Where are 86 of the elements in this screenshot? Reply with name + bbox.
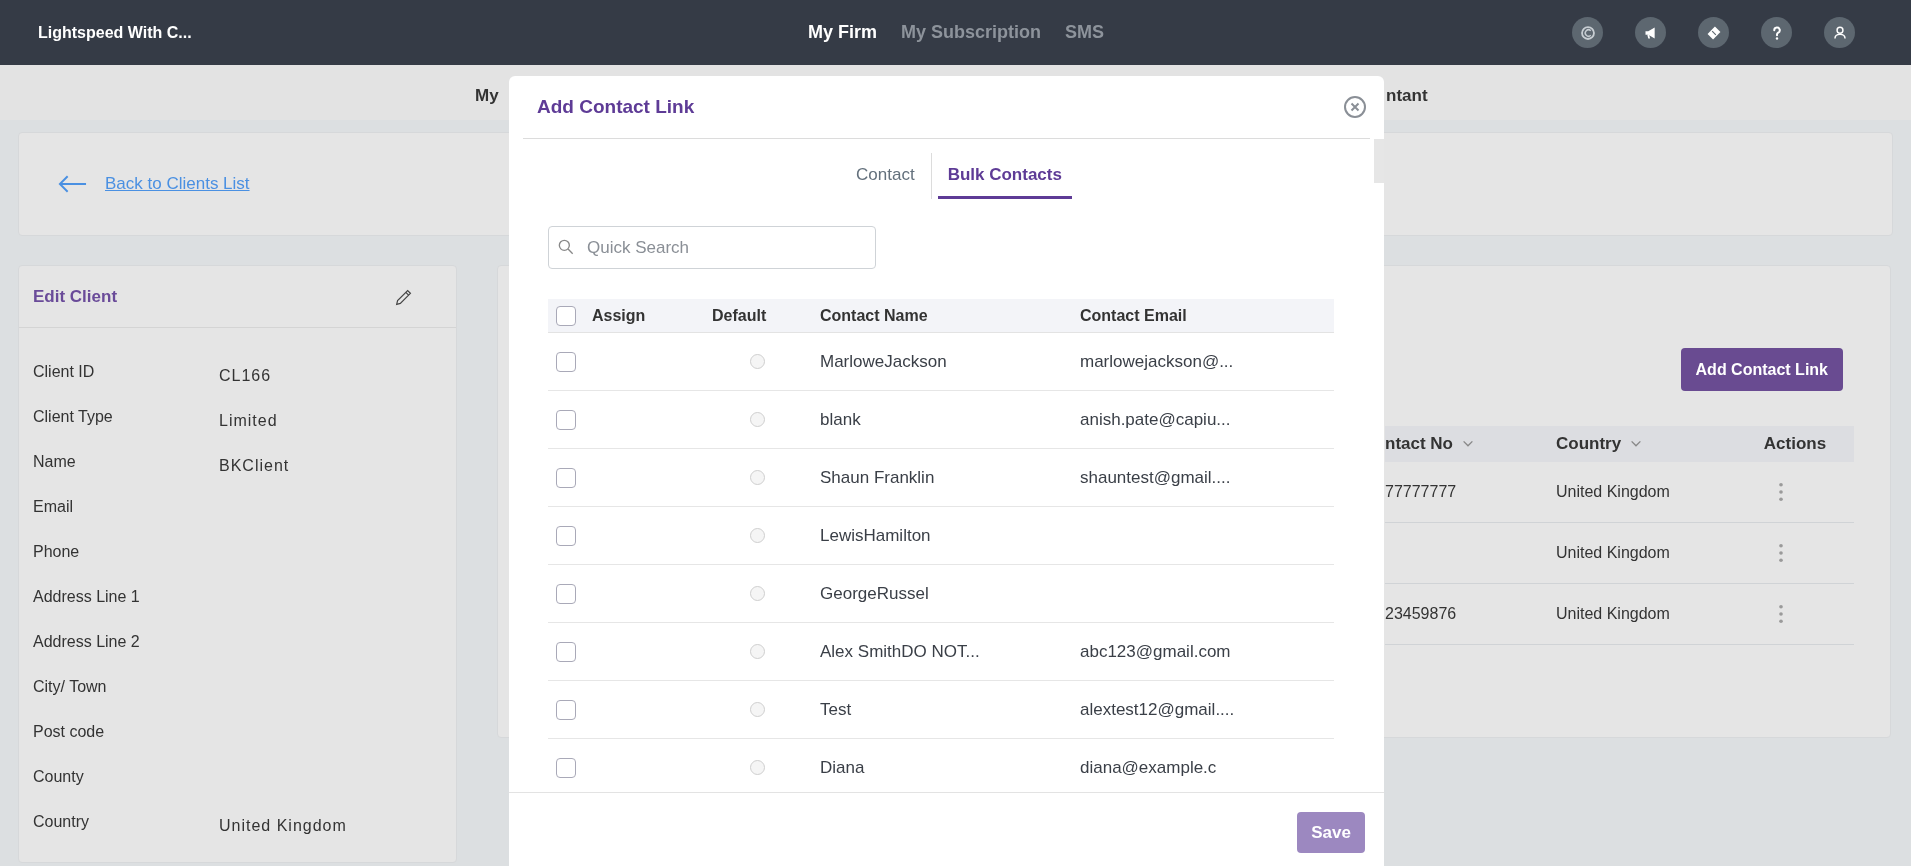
field-value: CL166: [219, 366, 272, 386]
nav-tab[interactable]: SMS: [1065, 19, 1105, 46]
help-button[interactable]: [1761, 17, 1792, 48]
search-field[interactable]: Quick Search: [548, 226, 876, 269]
table-cell: GeorgeRussel: [820, 583, 929, 603]
table-cell: Alex SmithDO NOT...: [820, 641, 980, 661]
more-button[interactable]: [1776, 481, 1786, 503]
close-button[interactable]: [1343, 95, 1367, 119]
field-label: Country: [33, 812, 91, 832]
scrollbar-thumb[interactable]: [1374, 139, 1384, 183]
field-value: Limited: [219, 411, 278, 431]
checkbox[interactable]: [556, 525, 576, 546]
more-button[interactable]: [1776, 603, 1786, 625]
table-cell: abc123@gmail.com: [1080, 641, 1231, 661]
field-label: Name: [33, 452, 77, 472]
card-title: Edit Client: [33, 285, 118, 308]
column-header: Contact Email: [1080, 306, 1187, 324]
radio-button[interactable]: [750, 528, 765, 543]
table-cell: Shaun Franklin: [820, 467, 935, 487]
radio-button[interactable]: [750, 644, 765, 659]
field-label: Email: [33, 497, 74, 517]
field-label: Post code: [33, 722, 106, 742]
tab[interactable]: Contact: [846, 153, 925, 199]
field-label: Phone: [33, 542, 81, 562]
column-header: Country: [1556, 433, 1622, 456]
add-contact-link-button[interactable]: Add Contact Link: [1680, 348, 1843, 391]
radio-button[interactable]: [750, 412, 765, 427]
field-label: Address Line 2: [33, 632, 141, 652]
table-cell: Test: [820, 699, 852, 719]
field-label: Client ID: [33, 362, 96, 382]
nav-tab[interactable]: My Firm: [808, 19, 877, 46]
kebab-icon: [1779, 604, 1783, 624]
table-cell: marlowejackson@...: [1080, 351, 1234, 371]
table-cell: shauntest@gmail....: [1080, 467, 1231, 487]
column-header: Default: [712, 306, 767, 324]
column-header: Actions: [1763, 433, 1827, 456]
checkbox[interactable]: [556, 641, 576, 662]
back-arrow-icon: [57, 174, 87, 194]
table-cell: United Kingdom: [1556, 483, 1670, 500]
checkbox[interactable]: [556, 409, 576, 430]
field-label: Address Line 1: [33, 587, 141, 607]
kebab-icon: [1779, 482, 1783, 502]
checkbox[interactable]: [556, 351, 576, 372]
radio-button[interactable]: [750, 354, 765, 369]
checkbox[interactable]: [556, 757, 576, 778]
megaphone-button[interactable]: [1635, 17, 1666, 48]
field-label: County: [33, 767, 85, 787]
table-cell: United Kingdom: [1556, 605, 1670, 622]
radio-button[interactable]: [750, 702, 765, 717]
column-header: Assign: [592, 306, 646, 324]
table-cell: LewisHamilton: [820, 525, 931, 545]
radio-button[interactable]: [750, 760, 765, 775]
table-cell: United Kingdom: [1556, 544, 1670, 561]
table-cell: anish.pate@capiu...: [1080, 409, 1231, 429]
field-value: United Kingdom: [219, 816, 347, 836]
table-cell: MarloweJackson: [820, 351, 947, 371]
table-cell: diana@example.c: [1080, 757, 1217, 777]
kebab-icon: [1779, 543, 1783, 563]
field-label: Client Type: [33, 407, 114, 427]
tab[interactable]: Bulk Contacts: [937, 153, 1072, 199]
app-title: Lightspeed With C...: [38, 22, 192, 43]
radio-button[interactable]: [750, 586, 765, 601]
radio-button[interactable]: [750, 470, 765, 485]
field-label: City/ Town: [33, 677, 108, 697]
column-header: Contact Name: [820, 306, 928, 324]
table-cell: alextest12@gmail....: [1080, 699, 1235, 719]
ticket-button[interactable]: [1698, 17, 1729, 48]
nav-item[interactable]: ntant: [1386, 83, 1428, 109]
table-cell: blank: [820, 409, 861, 429]
checkbox[interactable]: [556, 305, 576, 326]
user-button[interactable]: [1824, 17, 1855, 48]
field-value: BKClient: [219, 456, 290, 476]
checkbox[interactable]: [556, 583, 576, 604]
logo-button[interactable]: [1572, 17, 1603, 48]
table-cell: 23459876: [1385, 605, 1457, 622]
checkbox[interactable]: [556, 699, 576, 720]
search-icon: [556, 237, 576, 257]
column-header: ntact No: [1385, 433, 1453, 456]
checkbox[interactable]: [556, 467, 576, 488]
nav-item[interactable]: My: [475, 83, 499, 109]
more-button[interactable]: [1776, 542, 1786, 564]
modal-title: Add Contact Link: [537, 94, 695, 119]
nav-tab[interactable]: My Subscription: [901, 19, 1042, 46]
table-cell: Diana: [820, 757, 865, 777]
table-cell: 77777777: [1385, 483, 1457, 500]
close-icon: [1343, 95, 1367, 119]
